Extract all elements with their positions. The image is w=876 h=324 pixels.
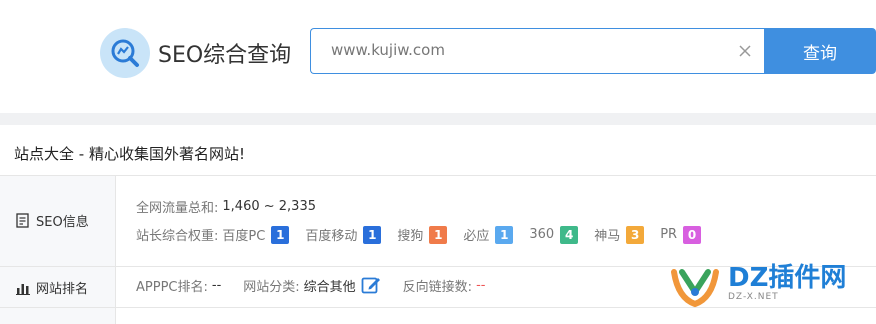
- divider: [0, 175, 876, 176]
- apppc-label: APPPC排名:: [136, 279, 208, 295]
- weight-name: 必应: [463, 229, 490, 244]
- search-input[interactable]: www.kujiw.com: [310, 28, 765, 74]
- weight-360[interactable]: 360 4: [529, 225, 579, 244]
- weight-baidu-pc[interactable]: 百度PC 1: [222, 225, 290, 244]
- weight-badge: 0: [683, 225, 702, 244]
- weight-badge: 1: [363, 225, 382, 244]
- weight-name: 神马: [594, 229, 621, 244]
- weight-name: 百度移动: [305, 229, 358, 244]
- weight-pr[interactable]: PR 0: [660, 225, 702, 244]
- panel-title: 站点大全 - 精心收集国外著名网站!: [14, 145, 245, 163]
- weight-shenma[interactable]: 神马 3: [594, 225, 645, 244]
- weight-badge: 3: [626, 225, 645, 244]
- apppc-value: --: [211, 277, 222, 293]
- logo-text: SEO综合查询: [158, 43, 292, 68]
- weight-badge: 1: [429, 225, 448, 244]
- seo-info-text: SEO信息: [36, 215, 89, 230]
- weight-badge: 4: [560, 225, 579, 244]
- dz-logo-icon: [671, 269, 719, 308]
- weight-baidu-mobile[interactable]: 百度移动 1: [305, 225, 382, 244]
- edit-icon[interactable]: [361, 275, 381, 295]
- weight-name: 百度PC: [222, 229, 266, 244]
- weight-label: 站长综合权重:: [136, 229, 219, 244]
- search-input-value: www.kujiw.com: [331, 41, 445, 59]
- site-rank-label: 网站排名: [16, 278, 88, 297]
- weight-badge: 1: [495, 225, 514, 244]
- watermark-subtitle: DZ-X.NET: [728, 292, 779, 302]
- site-rank-text: 网站排名: [36, 282, 89, 297]
- search-button[interactable]: 查询: [764, 28, 876, 74]
- header: SEO综合查询 www.kujiw.com 查询: [0, 0, 876, 113]
- watermark: DZ插件网 DZ-X.NET: [668, 257, 876, 309]
- traffic-value: 1,460 ~ 2,335: [222, 199, 316, 214]
- traffic-row: 全网流量总和: 1,460 ~ 2,335: [136, 197, 316, 216]
- weight-row: 站长综合权重: 百度PC 1 百度移动 1 搜狗 1 必应 1 360 4 神马…: [136, 225, 717, 244]
- clear-icon[interactable]: [737, 43, 753, 59]
- traffic-label: 全网流量总和:: [136, 201, 219, 216]
- weight-sogou[interactable]: 搜狗 1: [397, 225, 448, 244]
- backlinks-label: 反向链接数:: [402, 279, 473, 295]
- document-icon: [16, 213, 29, 228]
- weight-bing[interactable]: 必应 1: [463, 225, 514, 244]
- seo-info-label: SEO信息: [16, 211, 89, 230]
- backlinks-value: --: [476, 277, 486, 293]
- bar-chart-icon: [16, 283, 30, 295]
- site-logo[interactable]: SEO综合查询: [100, 28, 291, 78]
- weight-name: 搜狗: [397, 229, 424, 244]
- vertical-divider: [115, 175, 116, 324]
- rank-row: APPPC排名: -- 网站分类: 综合其他 反向链接数: --: [136, 275, 485, 295]
- weight-name: PR: [660, 227, 678, 242]
- category-label: 网站分类:: [243, 279, 300, 295]
- weight-name: 360: [529, 227, 555, 242]
- search-chart-icon: [100, 28, 150, 78]
- watermark-title: DZ插件网: [728, 263, 847, 293]
- weight-badge: 1: [271, 225, 290, 244]
- category-value[interactable]: 综合其他: [304, 276, 356, 295]
